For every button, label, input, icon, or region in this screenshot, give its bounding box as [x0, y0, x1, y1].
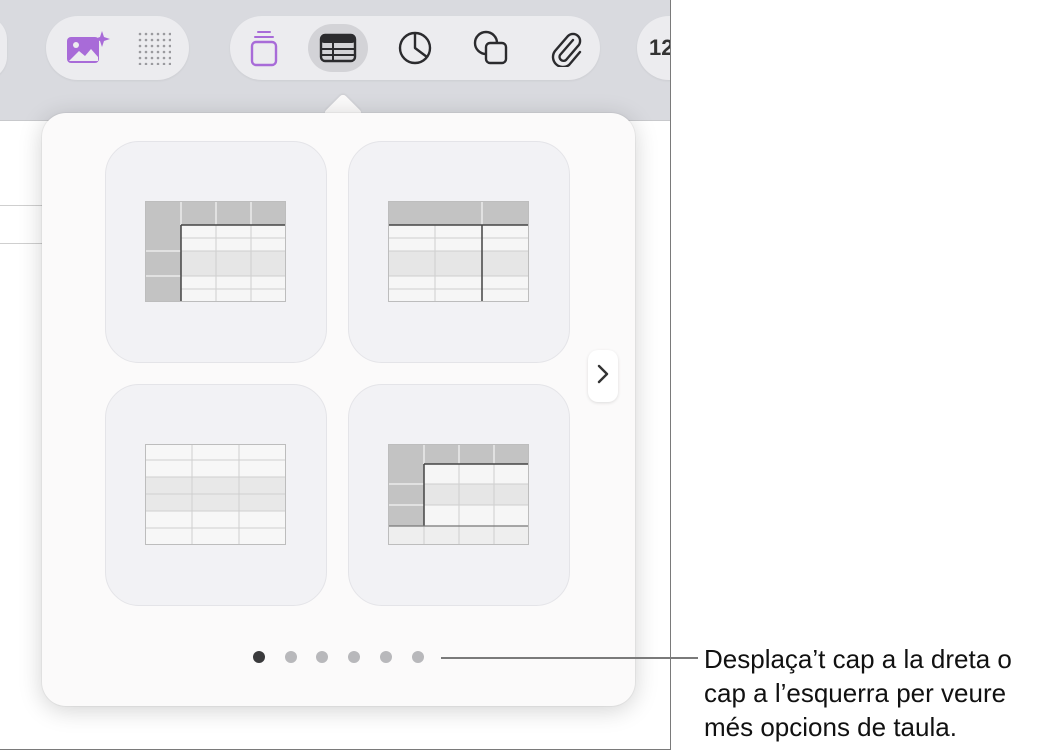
chart-button[interactable]: [385, 24, 445, 72]
attachment-button[interactable]: [536, 24, 596, 72]
toolbar-left-group[interactable]: [0, 16, 7, 80]
shape-icon: [472, 29, 510, 67]
paperclip-icon: [549, 29, 583, 67]
page-dot[interactable]: [380, 651, 392, 663]
callout-line-2: cap a l’esquerra per veure: [704, 678, 1007, 708]
table-icon: [319, 33, 357, 63]
page-dot[interactable]: [253, 651, 265, 663]
table-style-header-footer[interactable]: [348, 384, 570, 606]
next-page-button[interactable]: [588, 350, 618, 402]
table-styles-popover: [42, 113, 635, 706]
text-box-button[interactable]: [234, 24, 294, 72]
table-style-header-row[interactable]: [348, 141, 570, 363]
page-dot[interactable]: [316, 651, 328, 663]
chevron-right-icon: [596, 363, 610, 390]
page-dot[interactable]: [285, 651, 297, 663]
callout-leader-line: [441, 657, 698, 659]
dotted-grid-icon: [137, 31, 171, 65]
page-dot[interactable]: [412, 651, 424, 663]
page-dot[interactable]: [348, 651, 360, 663]
grid-button[interactable]: [124, 24, 184, 72]
media-group: [46, 16, 189, 80]
callout-text: Desplaça’t cap a la dreta o cap a l’esqu…: [704, 642, 1062, 744]
callout-line-1: Desplaça’t cap a la dreta o: [704, 644, 1012, 674]
app-window: 12: [0, 0, 671, 750]
toolbar-right-label: 12: [649, 35, 670, 60]
insert-group: [230, 16, 600, 80]
table-button[interactable]: [308, 24, 368, 72]
text-box-icon: [249, 29, 279, 67]
chart-icon: [397, 30, 433, 66]
toolbar-right-group[interactable]: 12: [637, 16, 670, 80]
callout-line-3: més opcions de taula.: [704, 712, 957, 742]
shape-button[interactable]: [461, 24, 521, 72]
image-playground-icon: [64, 30, 112, 66]
image-playground-button[interactable]: [58, 24, 118, 72]
table-style-plain[interactable]: [105, 384, 327, 606]
table-style-header-row-and-column[interactable]: [105, 141, 327, 363]
